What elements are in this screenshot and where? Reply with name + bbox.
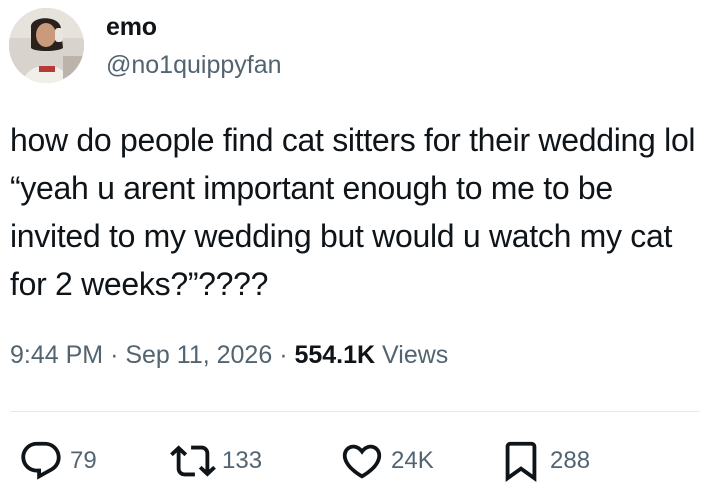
views-count: 554.1K — [294, 341, 376, 369]
user-handle[interactable]: @no1quippyfan — [106, 51, 282, 80]
bookmark-icon — [505, 441, 537, 482]
like-button[interactable]: 24K — [339, 438, 434, 484]
reply-button[interactable]: 79 — [18, 438, 97, 484]
meta-separator: · — [279, 341, 288, 369]
reply-count: 79 — [70, 447, 97, 474]
bookmark-button[interactable]: 288 — [498, 438, 590, 484]
bookmark-count: 288 — [550, 447, 591, 474]
avatar[interactable] — [9, 8, 84, 83]
repost-icon — [170, 445, 216, 477]
display-name[interactable]: emo — [106, 13, 157, 42]
reply-icon — [21, 441, 61, 480]
meta-separator: · — [110, 341, 119, 369]
like-count: 24K — [391, 447, 434, 474]
divider — [10, 411, 700, 412]
tweet-date[interactable]: Sep 11, 2026 — [125, 341, 272, 369]
views-label: Views — [382, 341, 449, 369]
heart-icon — [342, 444, 382, 479]
repost-count: 133 — [222, 447, 263, 474]
repost-button[interactable]: 133 — [170, 438, 262, 484]
tweet-time[interactable]: 9:44 PM — [10, 341, 103, 369]
avatar-photo — [9, 8, 84, 83]
tweet-meta: 9:44 PM · Sep 11, 2026 · 554.1K Views — [10, 341, 448, 370]
tweet-text: how do people find cat sitters for their… — [10, 122, 696, 302]
action-bar: 79 133 24K 288 — [0, 438, 703, 484]
